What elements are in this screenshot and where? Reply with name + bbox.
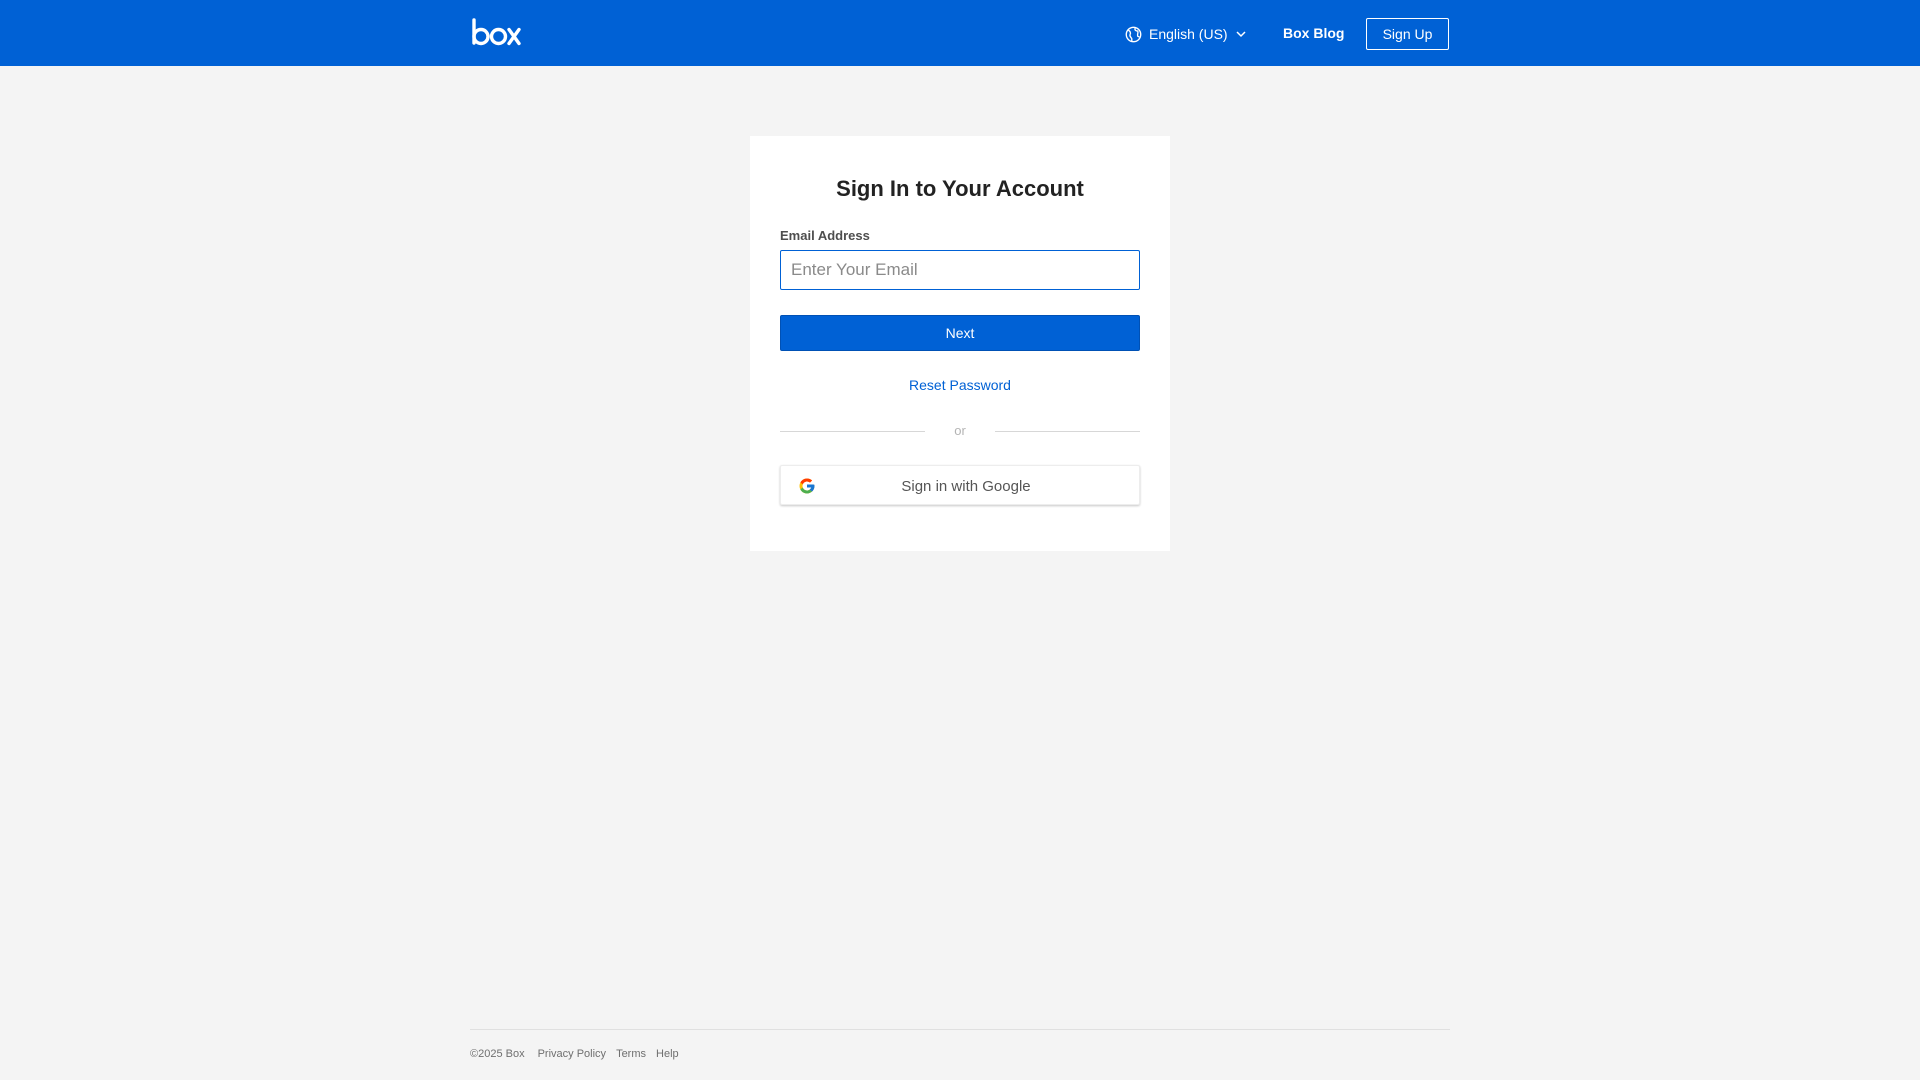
privacy-policy-link[interactable]: Privacy Policy: [538, 1048, 606, 1060]
language-label: English (US): [1149, 26, 1228, 42]
box-logo[interactable]: [470, 18, 522, 48]
sign-in-card: Sign In to Your Account Email Address Ne…: [750, 136, 1170, 551]
divider-or-text: or: [954, 423, 966, 438]
globe-icon: [1125, 26, 1142, 42]
divider-line-right: [995, 431, 1140, 432]
terms-link[interactable]: Terms: [616, 1048, 646, 1060]
divider-line-left: [780, 431, 925, 432]
chevron-down-icon: [1236, 31, 1246, 38]
copyright-text: ©2025 Box: [470, 1048, 525, 1060]
email-input[interactable]: [780, 250, 1140, 290]
help-link[interactable]: Help: [656, 1048, 679, 1060]
top-navigation-bar: English (US) Box Blog Sign Up: [0, 0, 1920, 66]
box-blog-link[interactable]: Box Blog: [1283, 25, 1344, 41]
footer-divider: [470, 1029, 1450, 1030]
sign-up-button[interactable]: Sign Up: [1366, 18, 1449, 50]
language-selector[interactable]: English (US): [1125, 22, 1247, 46]
footer: ©2025 Box Privacy Policy Terms Help: [470, 1048, 689, 1060]
page-title: Sign In to Your Account: [836, 176, 1084, 201]
email-label: Email Address: [780, 228, 870, 243]
next-button[interactable]: Next: [780, 315, 1140, 351]
google-button-label: Sign in with Google: [901, 478, 1031, 495]
sign-in-with-google-button[interactable]: Sign in with Google: [780, 465, 1140, 505]
reset-password-link[interactable]: Reset Password: [750, 377, 1170, 393]
